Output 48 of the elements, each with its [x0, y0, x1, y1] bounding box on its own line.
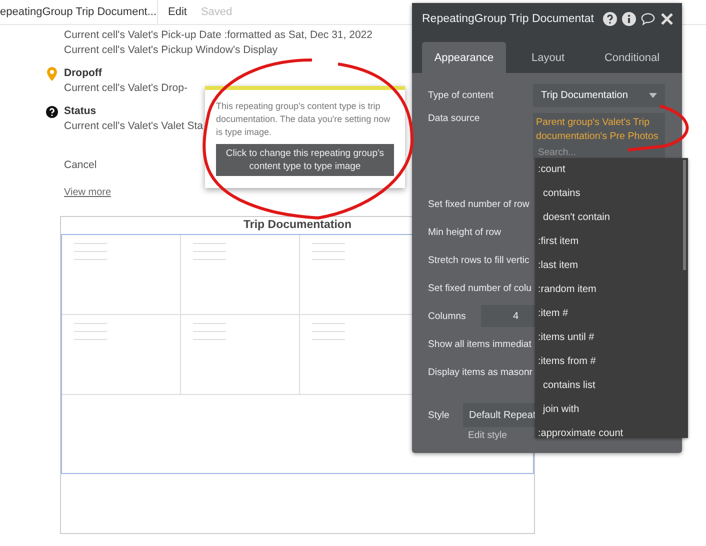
- panel-tab[interactable]: Conditional: [590, 42, 674, 73]
- change-type-button[interactable]: Click to change this repeating group's content type to type image: [216, 144, 394, 176]
- edit-style-link[interactable]: Edit style: [468, 430, 507, 441]
- expression-text: Current cell's Valet's Drop-: [64, 81, 188, 96]
- field-label: Style: [428, 410, 450, 420]
- help-icon: [46, 104, 58, 118]
- menu-item[interactable]: contains: [535, 182, 580, 206]
- tooltip-message: This repeating group's content type is trip documentation. The data you're setting now is type image.: [216, 100, 392, 139]
- panel-tab[interactable]: Layout: [506, 42, 590, 73]
- section-heading: Dropoff: [64, 66, 102, 81]
- cancel-text[interactable]: Cancel: [64, 159, 97, 171]
- field-label: Set fixed number of row: [428, 198, 530, 210]
- field-label: Columns: [428, 310, 466, 322]
- menu-item[interactable]: :items until #: [535, 326, 594, 350]
- field-label: Stretch rows to fill vertic: [428, 254, 530, 266]
- field-label: Show all items immediat: [428, 338, 532, 350]
- section-heading: Status: [64, 104, 96, 119]
- field-label: Type of content: [428, 90, 494, 100]
- panel-title: RepeatingGroup Trip Documentat: [422, 12, 595, 24]
- field-label: Data source: [428, 113, 480, 124]
- caret-icon: [649, 92, 657, 98]
- menu-item[interactable]: doesn't contain: [535, 206, 610, 230]
- content-type-select[interactable]: Trip Documentation: [533, 84, 665, 106]
- comment-icon[interactable]: [641, 12, 655, 26]
- edit-menu[interactable]: Edit: [168, 6, 187, 18]
- element-title: epeatingGroup Trip Document...: [0, 6, 157, 18]
- help-icon[interactable]: [603, 12, 617, 26]
- menu-item[interactable]: :last item: [535, 254, 578, 278]
- group-title: Trip Documentation: [244, 218, 352, 233]
- view-more-link[interactable]: View more: [64, 187, 112, 198]
- search-field[interactable]: Search...: [536, 145, 600, 160]
- data-source-box[interactable]: Parent group's Valet's Trip documentation's Pre Photos Search...: [533, 113, 665, 160]
- menu-item[interactable]: :items from #: [535, 350, 596, 374]
- expression-text: Current cell's Valet's Pickup Window's Display: [64, 43, 278, 58]
- field-label: Display items as masonr: [428, 366, 532, 378]
- menu-item[interactable]: :count: [535, 158, 566, 182]
- close-icon[interactable]: [660, 12, 674, 26]
- menu-item[interactable]: contains list: [535, 374, 596, 398]
- panel-tab[interactable]: Appearance: [422, 42, 506, 73]
- expression-text: Current cell's Valet's Pick-up Date :formatted as Sat, Dec 31, 2022: [64, 28, 372, 43]
- saved-status: Saved: [200, 6, 232, 18]
- info-icon[interactable]: [622, 12, 636, 26]
- menu-item[interactable]: :first item: [535, 230, 579, 254]
- expression-text: Current cell's Valet's Valet Sta: [64, 119, 204, 134]
- menu-item[interactable]: :random item: [535, 278, 596, 302]
- field-label: Min height of row: [428, 226, 502, 238]
- field-label: Set fixed number of colu: [428, 282, 532, 294]
- location-pin-icon: [46, 66, 58, 80]
